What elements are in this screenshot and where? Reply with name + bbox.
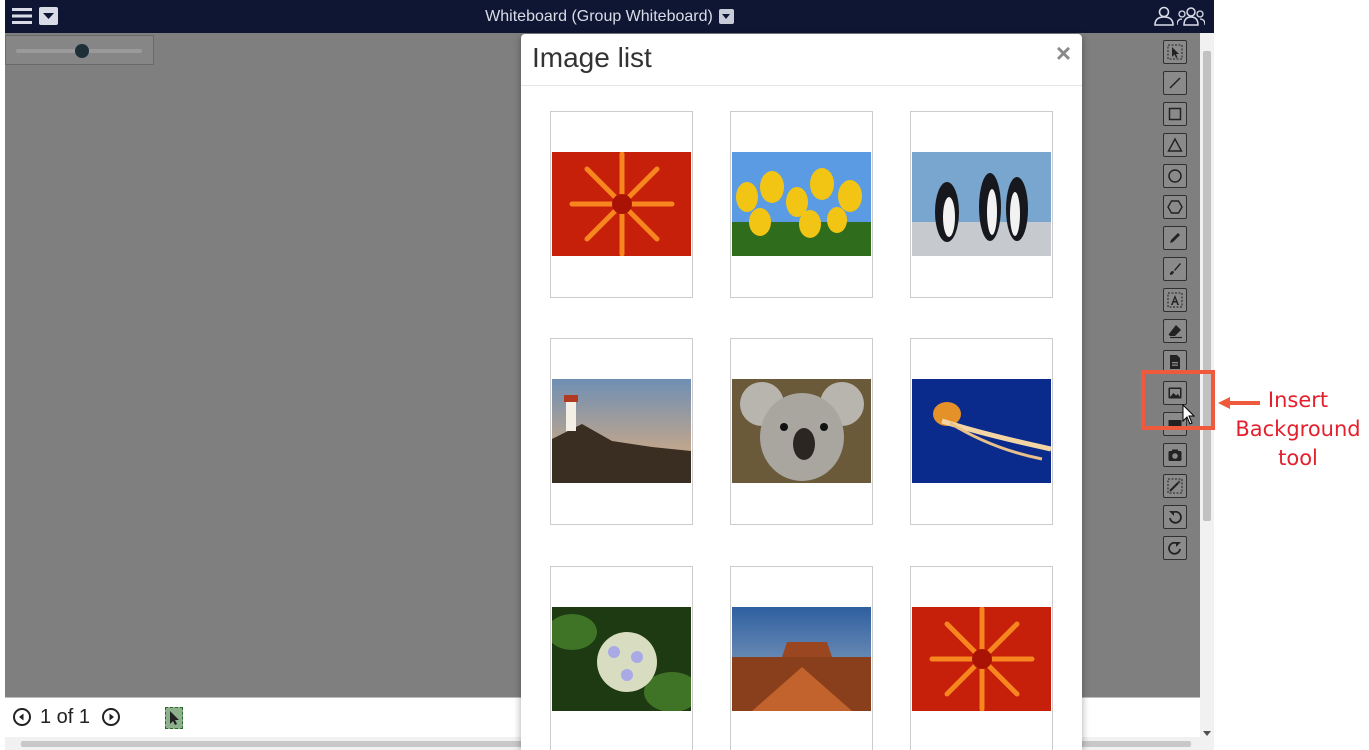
window-title-area[interactable]: Whiteboard (Group Whiteboard) (5, 0, 1214, 33)
desert-image (732, 607, 871, 711)
image-thumbnail[interactable] (550, 338, 693, 525)
vertical-scroll-thumb[interactable] (1203, 51, 1211, 521)
koala-image (732, 379, 871, 483)
close-icon[interactable]: × (1056, 38, 1071, 69)
tool-button-rectangle[interactable] (1163, 102, 1187, 126)
text-icon (1167, 292, 1183, 308)
tool-button-camera[interactable] (1163, 443, 1187, 467)
chevron-down-icon[interactable] (718, 9, 734, 24)
select-icon (1167, 44, 1183, 60)
cursor-arrow-icon (170, 711, 179, 725)
line-icon (1169, 77, 1181, 89)
whiteboard-app: Whiteboard (Group Whiteboard) 1 of 1 Ima… (5, 0, 1214, 750)
image-thumbnail[interactable] (550, 566, 693, 750)
triangle-left-icon (19, 713, 24, 721)
selection-indicator-icon[interactable] (165, 707, 183, 729)
redo-icon (1168, 541, 1181, 555)
tulips-image (732, 152, 871, 256)
scroll-down-arrow-icon[interactable] (1203, 731, 1211, 736)
top-bar: Whiteboard (Group Whiteboard) (5, 0, 1214, 33)
tool-button-triangle[interactable] (1163, 133, 1187, 157)
tool-button-select[interactable] (1163, 40, 1187, 64)
magic-wand-icon (1167, 478, 1183, 494)
tool-button-brush[interactable] (1163, 257, 1187, 281)
camera-icon (1168, 449, 1182, 461)
image-thumbnail[interactable] (730, 566, 873, 750)
insert-background-callout: Insert Background tool (1232, 386, 1364, 473)
tool-button-hexagon[interactable] (1163, 195, 1187, 219)
dahlia-image (552, 152, 691, 256)
image-thumbnail[interactable] (910, 111, 1053, 298)
undo-icon (1169, 510, 1182, 524)
user-icon[interactable] (1153, 6, 1175, 26)
zoom-slider-track[interactable] (16, 44, 142, 58)
image-list-dialog: Image list × (521, 34, 1082, 750)
dialog-title: Image list (532, 42, 652, 73)
mouse-cursor-icon (1182, 404, 1196, 425)
tool-button-eraser[interactable] (1163, 319, 1187, 343)
image-thumbnail[interactable] (910, 566, 1053, 750)
insert-background-highlight (1141, 370, 1215, 430)
hexagon-icon (1167, 200, 1183, 214)
image-thumbnail[interactable] (730, 111, 873, 298)
callout-line-3: tool (1278, 446, 1318, 470)
group-users-icon[interactable] (1177, 6, 1205, 26)
insert-file-icon (1170, 355, 1180, 369)
jellyfish-image (912, 379, 1051, 483)
brush-icon (1170, 263, 1181, 275)
tool-button-line[interactable] (1163, 71, 1187, 95)
next-page-button[interactable] (102, 708, 120, 726)
circle-icon (1168, 169, 1182, 183)
tool-button-redo[interactable] (1163, 536, 1187, 560)
page-counter: 1 of 1 (40, 706, 91, 728)
dahlia-image (912, 607, 1051, 711)
hydrangea-image (552, 607, 691, 711)
tool-button-pencil[interactable] (1163, 226, 1187, 250)
triangle-right-icon (109, 713, 114, 721)
pencil-icon (1170, 233, 1180, 243)
lighthouse-image (552, 379, 691, 483)
image-thumbnail[interactable] (730, 338, 873, 525)
penguins-image (912, 152, 1051, 256)
dialog-header: Image list × (521, 34, 1082, 86)
image-thumbnail[interactable] (910, 338, 1053, 525)
zoom-slider-panel (5, 35, 154, 65)
previous-page-button[interactable] (13, 708, 31, 726)
tool-button-undo[interactable] (1163, 505, 1187, 529)
image-thumbnail[interactable] (550, 111, 693, 298)
callout-line-2: Background (1235, 417, 1361, 441)
rectangle-icon (1168, 107, 1182, 121)
tool-button-text[interactable] (1163, 288, 1187, 312)
window-title: Whiteboard (Group Whiteboard) (485, 7, 713, 25)
callout-line-1: Insert (1267, 388, 1329, 412)
zoom-slider-handle[interactable] (74, 44, 89, 58)
tool-button-magic-wand[interactable] (1163, 474, 1187, 498)
triangle-icon (1167, 137, 1183, 152)
eraser-icon (1168, 325, 1182, 339)
tool-button-circle[interactable] (1163, 164, 1187, 188)
